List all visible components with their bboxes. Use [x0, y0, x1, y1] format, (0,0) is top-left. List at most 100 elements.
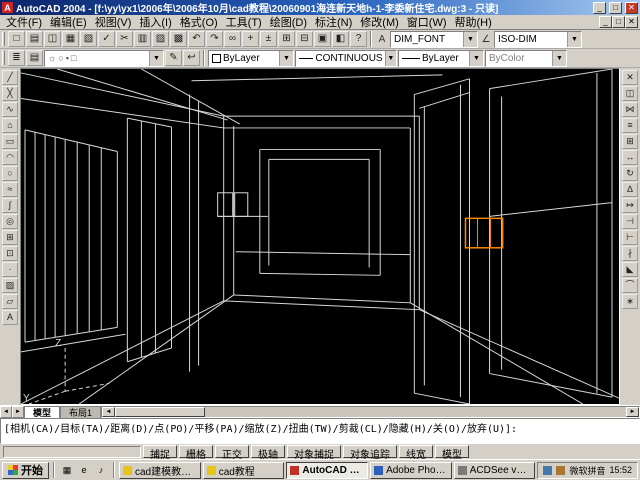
scroll-right-icon[interactable]: ►	[626, 407, 639, 417]
zoom-realtime-icon[interactable]: ±	[260, 31, 277, 47]
insert-block-icon[interactable]: ⊞	[2, 230, 18, 245]
revision-cloud-icon[interactable]: ≈	[2, 182, 18, 197]
ime-icon[interactable]	[556, 466, 565, 475]
chevron-down-icon[interactable]: ▼	[149, 51, 163, 66]
hyperlink-icon[interactable]: ∞	[224, 31, 241, 47]
copy-icon[interactable]: ▥	[134, 31, 151, 47]
ellipse-icon[interactable]: ◎	[2, 214, 18, 229]
status-toggle[interactable]: 正交	[215, 445, 249, 458]
close-button[interactable]: ✕	[625, 2, 638, 14]
zoom-window-icon[interactable]: ⊞	[278, 31, 295, 47]
chevron-down-icon[interactable]: ▼	[279, 51, 293, 66]
menu-item[interactable]: 绘图(D)	[266, 14, 311, 30]
stretch-icon[interactable]: ↦	[622, 198, 638, 213]
linetype-combo[interactable]: CONTINUOUS ▼	[295, 50, 397, 67]
menu-item[interactable]: 工具(T)	[222, 14, 266, 30]
make-block-icon[interactable]: ⊡	[2, 246, 18, 261]
undo-icon[interactable]: ↶	[188, 31, 205, 47]
designcenter-icon[interactable]: ◧	[332, 31, 349, 47]
doc-restore-button[interactable]: □	[612, 16, 625, 28]
menu-item[interactable]: 编辑(E)	[46, 14, 91, 30]
status-toggle[interactable]: 栅格	[179, 445, 213, 458]
mtext-icon[interactable]: A	[2, 310, 18, 325]
chevron-down-icon[interactable]: ▼	[463, 32, 477, 47]
status-toggle[interactable]: 极轴	[251, 445, 285, 458]
tab-scroll-right-icon[interactable]: ►	[12, 406, 24, 418]
match-properties-icon[interactable]: ▩	[170, 31, 187, 47]
chevron-down-icon[interactable]: ▼	[469, 51, 483, 66]
menu-item[interactable]: 修改(M)	[356, 14, 403, 30]
layers-icon[interactable]: ▤	[26, 50, 43, 66]
menu-item[interactable]: 插入(I)	[135, 14, 175, 30]
rectangle-icon[interactable]: ▭	[2, 134, 18, 149]
scrollbar-thumb[interactable]	[115, 407, 205, 417]
menu-item[interactable]: 窗口(W)	[403, 14, 451, 30]
scale-icon[interactable]: ∆	[622, 182, 638, 197]
show-desktop-icon[interactable]: ▦	[59, 463, 75, 478]
status-toggle[interactable]: 对象追踪	[343, 445, 397, 458]
lineweight-combo[interactable]: ByLayer ▼	[398, 50, 484, 67]
point-icon[interactable]: ∙	[2, 262, 18, 277]
layer-combo[interactable]: ☼○▪□ ▼	[44, 50, 164, 67]
plot-icon[interactable]: ▦	[62, 31, 79, 47]
scrollbar-track[interactable]	[205, 407, 626, 417]
ime-label[interactable]: 微软拼音	[569, 464, 605, 477]
tab-model[interactable]: 模型	[24, 406, 60, 418]
chamfer-icon[interactable]: ◣	[622, 262, 638, 277]
toolbar-grip[interactable]	[2, 51, 5, 65]
spline-icon[interactable]: ∫	[2, 198, 18, 213]
copy-object-icon[interactable]: ◫	[622, 86, 638, 101]
minimize-button[interactable]: _	[593, 2, 606, 14]
doc-minimize-button[interactable]: _	[599, 16, 612, 28]
status-toggle[interactable]: 模型	[435, 445, 469, 458]
task-cad-tutorial[interactable]: cad教程	[203, 462, 285, 479]
doc-close-button[interactable]: ✕	[625, 16, 638, 28]
menu-item[interactable]: 格式(O)	[176, 14, 222, 30]
text-style-combo[interactable]: DIM_FONT ▼	[390, 31, 478, 48]
mirror-icon[interactable]: ⋈	[622, 102, 638, 117]
status-toggle[interactable]: 捕捉	[143, 445, 177, 458]
break-icon[interactable]: ∤	[622, 246, 638, 261]
offset-icon[interactable]: ≡	[622, 118, 638, 133]
menu-item[interactable]: 视图(V)	[91, 14, 136, 30]
menu-item[interactable]: 文件(F)	[2, 14, 46, 30]
spelling-icon[interactable]: ✓	[98, 31, 115, 47]
menu-item[interactable]: 帮助(H)	[451, 14, 496, 30]
circle-icon[interactable]: ○	[2, 166, 18, 181]
menu-item[interactable]: 标注(N)	[311, 14, 356, 30]
task-photoshop[interactable]: Adobe Photo...	[370, 462, 452, 479]
make-object-layer-current-icon[interactable]: ✎	[165, 50, 182, 66]
media-player-icon[interactable]: ♪	[93, 463, 109, 478]
layer-previous-icon[interactable]: ↩	[183, 50, 200, 66]
open-icon[interactable]: ▤	[26, 31, 43, 47]
move-icon[interactable]: ↔	[622, 150, 638, 165]
status-toggle[interactable]: 对象捕捉	[287, 445, 341, 458]
chevron-down-icon[interactable]: ▼	[552, 51, 566, 66]
chevron-down-icon[interactable]: ▼	[385, 51, 396, 66]
toolbar-grip[interactable]	[2, 32, 5, 46]
task-acdsee[interactable]: ACDSee v3.1...	[454, 462, 536, 479]
redo-icon[interactable]: ↷	[206, 31, 223, 47]
task-cad-modeling-tutorial[interactable]: cad建模教程...	[119, 462, 201, 479]
pan-icon[interactable]: +	[242, 31, 259, 47]
volume-icon[interactable]	[543, 466, 552, 475]
extend-icon[interactable]: ⊢	[622, 230, 638, 245]
restore-button[interactable]: □	[609, 2, 622, 14]
array-icon[interactable]: ⊞	[622, 134, 638, 149]
explode-icon[interactable]: ∗	[622, 294, 638, 309]
polygon-icon[interactable]: ⌂	[2, 118, 18, 133]
arc-icon[interactable]: ◠	[2, 150, 18, 165]
save-icon[interactable]: ◫	[44, 31, 61, 47]
line-icon[interactable]: ╱	[2, 70, 18, 85]
trim-icon[interactable]: ⊣	[622, 214, 638, 229]
chevron-down-icon[interactable]: ▼	[567, 32, 581, 47]
fillet-icon[interactable]: ⌒	[622, 278, 638, 293]
region-icon[interactable]: ▱	[2, 294, 18, 309]
construction-line-icon[interactable]: ╳	[2, 86, 18, 101]
task-autocad[interactable]: AutoCAD 200...	[286, 462, 368, 479]
zoom-previous-icon[interactable]: ⊟	[296, 31, 313, 47]
tab-layout1[interactable]: 布局1	[60, 406, 101, 418]
paste-icon[interactable]: ▨	[152, 31, 169, 47]
rotate-icon[interactable]: ↻	[622, 166, 638, 181]
new-icon[interactable]: □	[8, 31, 25, 47]
